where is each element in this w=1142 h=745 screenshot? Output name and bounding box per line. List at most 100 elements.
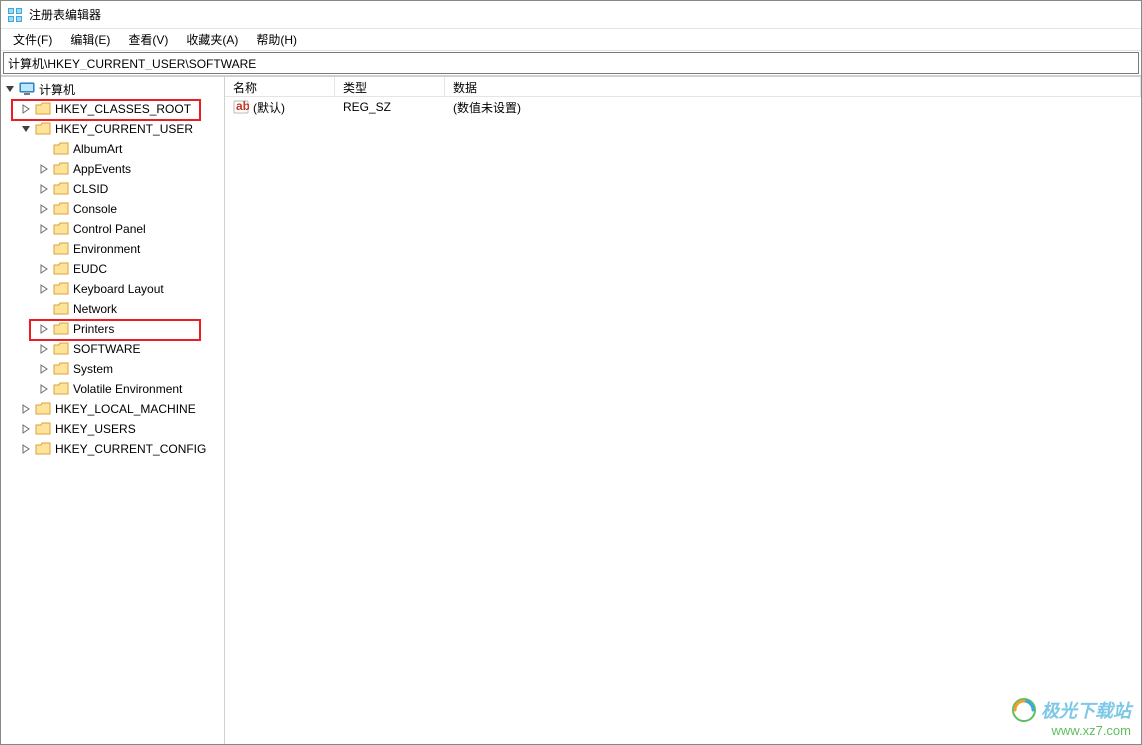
- expander-closed-icon[interactable]: [37, 282, 51, 296]
- menubar: 文件(F) 编辑(E) 查看(V) 收藏夹(A) 帮助(H): [1, 29, 1141, 51]
- tree-label: Volatile Environment: [73, 382, 182, 396]
- tree-label: SOFTWARE: [73, 342, 141, 356]
- values-pane[interactable]: 名称 类型 数据 ab (默认) REG_SZ: [225, 77, 1141, 744]
- tree-node-software[interactable]: SOFTWARE: [1, 339, 224, 359]
- menu-file[interactable]: 文件(F): [5, 29, 60, 50]
- computer-icon: [19, 82, 35, 96]
- tree-label: CLSID: [73, 182, 108, 196]
- folder-icon: [53, 242, 69, 256]
- address-input[interactable]: [8, 56, 1134, 70]
- folder-icon: [35, 122, 51, 136]
- tree-label: Console: [73, 202, 117, 216]
- tree-node-hkcu[interactable]: HKEY_CURRENT_USER: [1, 119, 224, 139]
- value-data: (数值未设置): [445, 99, 1141, 116]
- reg-sz-icon: ab: [233, 99, 249, 115]
- tree-node-hklm[interactable]: HKEY_LOCAL_MACHINE: [1, 399, 224, 419]
- expander-closed-icon[interactable]: [19, 422, 33, 436]
- tree-node-controlpanel[interactable]: Control Panel: [1, 219, 224, 239]
- col-header-name[interactable]: 名称: [225, 77, 335, 96]
- tree-pane[interactable]: 计算机 HKEY_CLASSES_ROOT HKEY_CURRENT_USER …: [1, 77, 225, 744]
- folder-icon: [53, 362, 69, 376]
- tree-node-system[interactable]: System: [1, 359, 224, 379]
- address-bar[interactable]: [3, 52, 1139, 74]
- app-icon: [7, 7, 23, 23]
- tree-node-printers[interactable]: Printers: [1, 319, 224, 339]
- tree-label-hkcr: HKEY_CLASSES_ROOT: [55, 102, 191, 116]
- menu-help[interactable]: 帮助(H): [248, 29, 305, 50]
- window-title: 注册表编辑器: [29, 6, 101, 23]
- tree-node-hkcr[interactable]: HKEY_CLASSES_ROOT: [1, 99, 224, 119]
- folder-icon: [53, 222, 69, 236]
- expander-open-icon[interactable]: [3, 82, 17, 96]
- list-header: 名称 类型 数据: [225, 77, 1141, 97]
- list-body: ab (默认) REG_SZ (数值未设置): [225, 97, 1141, 117]
- tree-label-hklm: HKEY_LOCAL_MACHINE: [55, 402, 196, 416]
- expander-closed-icon[interactable]: [37, 202, 51, 216]
- tree-label: Environment: [73, 242, 140, 256]
- expander-closed-icon[interactable]: [37, 382, 51, 396]
- tree-node-network[interactable]: Network: [1, 299, 224, 319]
- folder-icon: [53, 142, 69, 156]
- tree-node-appevents[interactable]: AppEvents: [1, 159, 224, 179]
- col-header-type[interactable]: 类型: [335, 77, 445, 96]
- expander-closed-icon[interactable]: [19, 102, 33, 116]
- expander-closed-icon[interactable]: [37, 222, 51, 236]
- folder-icon: [53, 382, 69, 396]
- content-area: 计算机 HKEY_CLASSES_ROOT HKEY_CURRENT_USER …: [1, 75, 1141, 744]
- tree-node-console[interactable]: Console: [1, 199, 224, 219]
- tree-label-hku: HKEY_USERS: [55, 422, 136, 436]
- expander-closed-icon[interactable]: [37, 162, 51, 176]
- folder-icon: [53, 162, 69, 176]
- tree-node-environment[interactable]: Environment: [1, 239, 224, 259]
- expander-closed-icon[interactable]: [37, 322, 51, 336]
- tree-node-clsid[interactable]: CLSID: [1, 179, 224, 199]
- tree-label: AlbumArt: [73, 142, 122, 156]
- col-header-data[interactable]: 数据: [445, 77, 1141, 96]
- folder-icon: [35, 442, 51, 456]
- menu-edit[interactable]: 编辑(E): [62, 29, 118, 50]
- folder-icon: [35, 102, 51, 116]
- tree-label-hkcu: HKEY_CURRENT_USER: [55, 122, 193, 136]
- menu-favorites[interactable]: 收藏夹(A): [178, 29, 246, 50]
- tree-label: Control Panel: [73, 222, 146, 236]
- expander-closed-icon[interactable]: [19, 402, 33, 416]
- tree-label: Keyboard Layout: [73, 282, 164, 296]
- folder-icon: [53, 342, 69, 356]
- tree-label: Printers: [73, 322, 114, 336]
- tree-node-volatile[interactable]: Volatile Environment: [1, 379, 224, 399]
- tree-label-computer: 计算机: [39, 81, 75, 98]
- menu-view[interactable]: 查看(V): [120, 29, 176, 50]
- tree-label: Network: [73, 302, 117, 316]
- folder-icon: [35, 402, 51, 416]
- tree-node-computer[interactable]: 计算机: [1, 79, 224, 99]
- folder-icon: [53, 322, 69, 336]
- registry-tree: 计算机 HKEY_CLASSES_ROOT HKEY_CURRENT_USER …: [1, 79, 224, 459]
- folder-icon: [53, 262, 69, 276]
- tree-node-eudc[interactable]: EUDC: [1, 259, 224, 279]
- tree-label: System: [73, 362, 113, 376]
- value-name-cell: ab (默认): [225, 99, 335, 116]
- expander-closed-icon[interactable]: [19, 442, 33, 456]
- expander-closed-icon[interactable]: [37, 182, 51, 196]
- value-row-default[interactable]: ab (默认) REG_SZ (数值未设置): [225, 97, 1141, 117]
- folder-icon: [53, 302, 69, 316]
- expander-closed-icon[interactable]: [37, 362, 51, 376]
- folder-icon: [35, 422, 51, 436]
- tree-label: AppEvents: [73, 162, 131, 176]
- tree-node-albumart[interactable]: AlbumArt: [1, 139, 224, 159]
- expander-closed-icon[interactable]: [37, 262, 51, 276]
- value-name: (默认): [253, 99, 285, 116]
- value-type: REG_SZ: [335, 100, 445, 114]
- expander-open-icon[interactable]: [19, 122, 33, 136]
- registry-editor-window: 注册表编辑器 文件(F) 编辑(E) 查看(V) 收藏夹(A) 帮助(H): [0, 0, 1142, 745]
- folder-icon: [53, 202, 69, 216]
- tree-label-hkcc: HKEY_CURRENT_CONFIG: [55, 442, 206, 456]
- tree-node-hkcc[interactable]: HKEY_CURRENT_CONFIG: [1, 439, 224, 459]
- titlebar: 注册表编辑器: [1, 1, 1141, 29]
- folder-icon: [53, 182, 69, 196]
- expander-closed-icon[interactable]: [37, 342, 51, 356]
- tree-node-hku[interactable]: HKEY_USERS: [1, 419, 224, 439]
- tree-label: EUDC: [73, 262, 107, 276]
- tree-node-keyboard[interactable]: Keyboard Layout: [1, 279, 224, 299]
- svg-text:ab: ab: [236, 99, 249, 113]
